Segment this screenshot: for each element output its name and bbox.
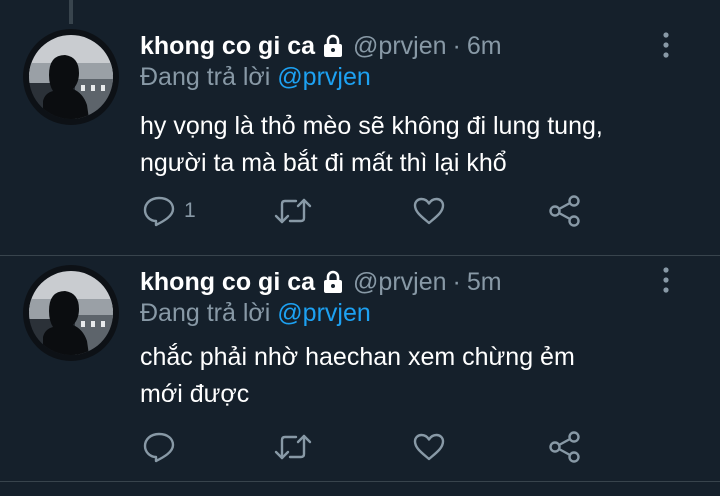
tweet-divider (0, 481, 720, 482)
replying-mention-link[interactable]: @prvjen (277, 63, 370, 91)
separator-dot: · (452, 267, 461, 296)
action-bar: 1 (140, 193, 600, 229)
action-bar (140, 429, 600, 465)
more-icon[interactable] (656, 30, 676, 60)
reply-icon (142, 195, 176, 227)
tweet-text-line: mới được (140, 380, 250, 408)
author-name[interactable]: khong co gi ca (140, 32, 315, 61)
share-icon (548, 430, 582, 464)
retweet-button[interactable] (274, 429, 312, 465)
tweet-text-line: chắc phải nhờ haechan xem chừng ẻm (140, 343, 575, 371)
author-name[interactable]: khong co gi ca (140, 268, 315, 297)
author-handle[interactable]: @prvjen (353, 32, 446, 61)
like-button[interactable] (412, 193, 446, 229)
retweet-icon (274, 196, 312, 226)
like-icon (412, 432, 446, 462)
tweet-header: khong co gi ca @prvjen · 6m (140, 29, 502, 63)
share-icon (548, 194, 582, 228)
tweet[interactable]: khong co gi ca @prvjen · 6m Đang trả lời… (0, 0, 720, 255)
reply-icon (142, 431, 176, 463)
tweet-text-line: người ta mà bắt đi mất thì lại khổ (140, 149, 507, 177)
replying-prefix: Đang trả lời (140, 63, 271, 91)
more-icon[interactable] (656, 265, 676, 295)
like-icon (412, 196, 446, 226)
avatar[interactable] (23, 265, 119, 361)
replying-prefix: Đang trả lời (140, 299, 271, 327)
share-button[interactable] (548, 193, 582, 229)
tweet-text: hy vọng là thỏ mèo sẽ không đi lung tung… (140, 108, 660, 182)
tweet-thread: khong co gi ca @prvjen · 6m Đang trả lời… (0, 0, 720, 496)
tweet[interactable]: khong co gi ca @prvjen · 5m Đang trả lời… (0, 255, 720, 481)
author-handle[interactable]: @prvjen (353, 268, 446, 297)
tweet-text-line: hy vọng là thỏ mèo sẽ không đi lung tung… (140, 112, 603, 140)
reply-count: 1 (184, 199, 196, 222)
replying-mention-link[interactable]: @prvjen (277, 299, 370, 327)
timestamp[interactable]: 5m (467, 268, 502, 297)
lock-icon (321, 34, 345, 58)
avatar[interactable] (23, 29, 119, 125)
separator-dot: · (452, 31, 461, 60)
share-button[interactable] (548, 429, 582, 465)
replying-to: Đang trả lời @prvjen (140, 299, 371, 328)
timestamp[interactable]: 6m (467, 32, 502, 61)
reply-button[interactable] (142, 429, 184, 465)
tweet-text: chắc phải nhờ haechan xem chừng ẻm mới đ… (140, 339, 660, 413)
like-button[interactable] (412, 429, 446, 465)
lock-icon (321, 270, 345, 294)
reply-button[interactable]: 1 (142, 193, 196, 229)
retweet-icon (274, 432, 312, 462)
replying-to: Đang trả lời @prvjen (140, 63, 371, 92)
tweet-header: khong co gi ca @prvjen · 5m (140, 265, 502, 299)
retweet-button[interactable] (274, 193, 312, 229)
